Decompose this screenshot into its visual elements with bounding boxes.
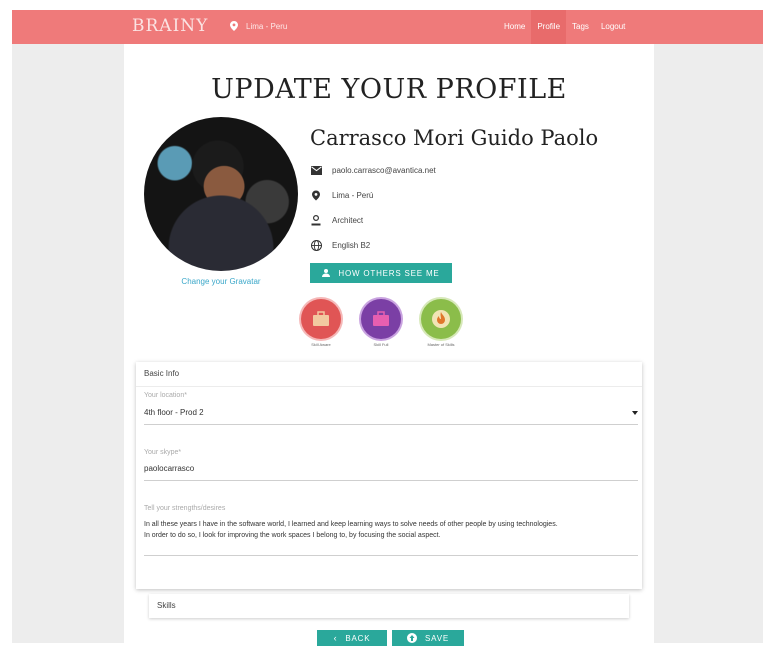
dropdown-caret-icon[interactable] [632, 411, 638, 415]
strengths-field-label: Tell your strengths/desires [144, 505, 226, 512]
strengths-textarea-line-1[interactable]: In all these years I have in the softwar… [144, 521, 640, 528]
skills-panel-header[interactable]: Skills [149, 594, 629, 618]
badge-skill-full[interactable] [361, 299, 401, 339]
location-pin-icon [310, 189, 322, 201]
nav-logout[interactable]: Logout [595, 10, 631, 44]
avatar [144, 117, 298, 271]
role-text: Architect [332, 215, 364, 225]
location-text: Lima - Perú [332, 190, 374, 200]
page-title: UPDATE YOUR PROFILE [211, 74, 567, 105]
nav-tags[interactable]: Tags [566, 10, 595, 44]
language-text: English B2 [332, 240, 371, 250]
how-others-see-me-label: HOW OTHERS SEE ME [338, 268, 440, 278]
strengths-field-underline [144, 555, 638, 556]
nav-menu: Home Profile Tags Logout [498, 10, 631, 44]
briefcase-icon [373, 311, 389, 326]
skype-field-underline [144, 480, 638, 481]
brand-logo[interactable]: BRAINY [132, 16, 208, 36]
back-button-label: BACK [345, 633, 371, 643]
navbar-location-text: Lima - Peru [246, 21, 288, 31]
location-pin-icon [230, 21, 238, 31]
location-field-label: Your location* [144, 392, 187, 399]
nav-profile[interactable]: Profile [531, 10, 567, 44]
nav-home[interactable]: Home [498, 10, 531, 44]
profile-name: Carrasco Mori Guido Paolo [310, 126, 599, 150]
flame-icon [432, 310, 450, 328]
strengths-textarea-line-2[interactable]: In order to do so, I look for improving … [144, 532, 640, 539]
role-row: Architect [310, 214, 363, 226]
language-row: English B2 [310, 239, 370, 251]
navbar-location: Lima - Peru [230, 21, 287, 31]
basic-info-panel: Basic Info Your location* 4th floor - Pr… [136, 362, 642, 589]
skype-input[interactable]: paolocarrasco [144, 464, 194, 473]
badge-skill-aware[interactable] [301, 299, 341, 339]
basic-info-header[interactable]: Basic Info [136, 362, 642, 387]
chevron-left-icon: ‹ [333, 633, 338, 643]
back-button[interactable]: ‹ BACK [317, 630, 387, 646]
location-row: Lima - Perú [310, 189, 373, 201]
badge-skill-aware-label: Skill Aware [311, 342, 331, 347]
how-others-see-me-button[interactable]: HOW OTHERS SEE ME [310, 263, 452, 283]
email-row: paolo.carrasco@avantica.net [310, 164, 436, 176]
badge-master-of-skills[interactable] [421, 299, 461, 339]
location-select-value[interactable]: 4th floor - Prod 2 [144, 408, 204, 417]
save-button-label: SAVE [425, 633, 449, 643]
person-badge-icon [310, 214, 322, 226]
profile-card: UPDATE YOUR PROFILE Change your Gravatar… [124, 44, 654, 646]
email-text: paolo.carrasco@avantica.net [332, 165, 436, 175]
upload-icon [407, 633, 418, 643]
location-field-underline [144, 424, 638, 425]
skype-field-label: Your skype* [144, 449, 182, 456]
top-navbar: BRAINY Lima - Peru Home Profile Tags Log… [12, 10, 763, 44]
envelope-icon [310, 164, 322, 176]
change-gravatar-link[interactable]: Change your Gravatar [144, 277, 298, 286]
save-button[interactable]: SAVE [392, 630, 464, 646]
briefcase-icon [313, 311, 329, 326]
person-icon [322, 269, 331, 277]
badge-skill-full-label: Skill Full [373, 342, 389, 347]
badge-master-of-skills-label: Master of Skills [427, 342, 455, 347]
globe-icon [310, 239, 322, 251]
